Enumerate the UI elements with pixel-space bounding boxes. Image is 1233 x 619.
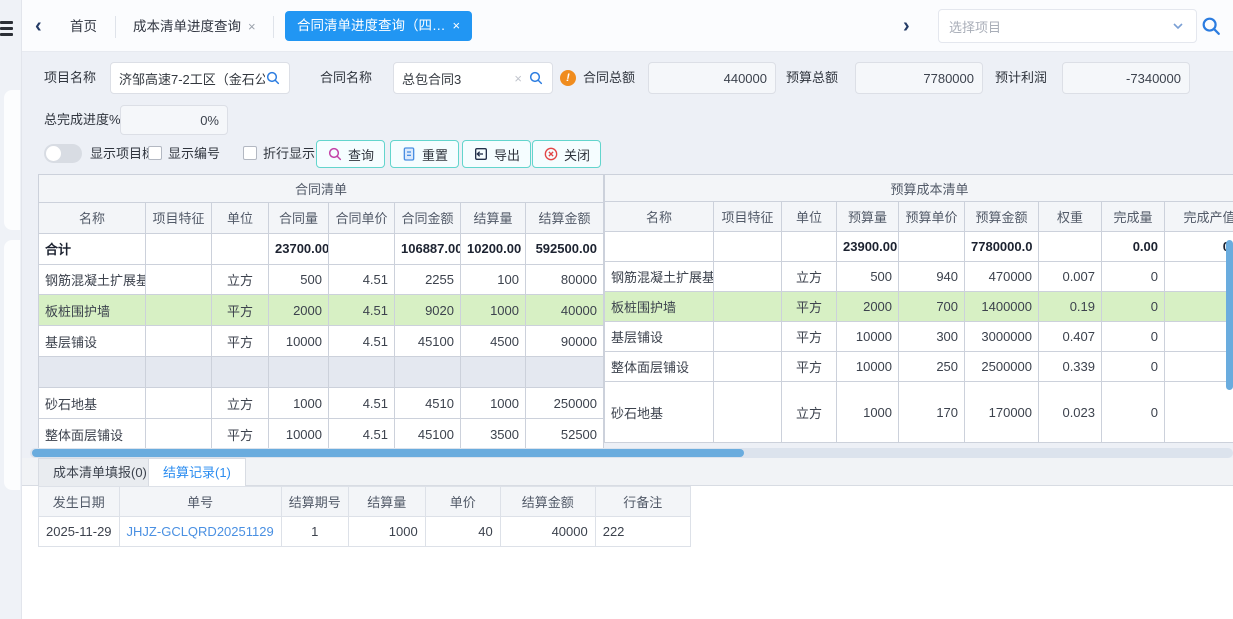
- table-row-total[interactable]: 合计23700.00106887.0010200.00592500.00: [39, 233, 604, 264]
- warning-icon: !: [560, 70, 576, 86]
- budget-total-value: 7780000: [855, 62, 983, 94]
- contract-total-value: 440000: [648, 62, 776, 94]
- show-number-checkbox[interactable]: [148, 146, 162, 160]
- tab-separator: [273, 16, 274, 38]
- sidebar-card: [4, 240, 20, 490]
- table-row-selected[interactable]: 板桩围护墙平方20004.519020100040000: [39, 295, 604, 326]
- column-header-row: 名称项目特征单位合同量合同单价合同金额结算量结算金额: [39, 202, 604, 233]
- total-progress-label: 总完成进度%: [44, 104, 121, 136]
- query-search-icon: [327, 146, 343, 162]
- search-icon[interactable]: [528, 70, 544, 86]
- table-row-empty: [39, 357, 604, 388]
- table-row-selected[interactable]: 板桩围护墙平方200070014000000.1900: [605, 292, 1233, 322]
- vertical-scrollbar-thumb[interactable]: [1226, 240, 1233, 390]
- table-row-total[interactable]: 23900.007780000.00.000.00: [605, 232, 1233, 262]
- tab-cost-list-fill[interactable]: 成本清单填报(0): [38, 458, 162, 486]
- tab-home[interactable]: 首页: [70, 14, 97, 40]
- table-row[interactable]: 2025-11-29 JHJZ-GCLQRD20251129 1 1000 40…: [39, 517, 691, 547]
- nav-back-icon[interactable]: ‹: [35, 14, 42, 38]
- occur-date: 2025-11-29: [39, 517, 120, 547]
- profit-value: -7340000: [1062, 62, 1190, 94]
- tab-cost-list-progress[interactable]: 成本清单进度查询×: [133, 14, 256, 40]
- settle-qty: 1000: [348, 517, 425, 547]
- table-row[interactable]: 基层铺设平方1000030030000000.40700: [605, 322, 1233, 352]
- contract-name-label: 合同名称: [320, 62, 372, 94]
- profit-label: 预计利润: [995, 62, 1047, 94]
- table-row[interactable]: 砂石地基立方10001701700000.02300: [605, 382, 1233, 443]
- global-search-icon[interactable]: [1200, 15, 1222, 37]
- table-row[interactable]: 钢筋混凝土扩展基立方5004.51225510080000: [39, 264, 604, 295]
- project-tree-toggle-label: 显示项目树: [90, 140, 155, 168]
- project-name-label: 项目名称: [44, 62, 96, 94]
- wrap-lines-checkbox[interactable]: [243, 146, 257, 160]
- settle-amount: 40000: [500, 517, 595, 547]
- clear-icon[interactable]: ×: [514, 71, 522, 86]
- project-name-input[interactable]: 济邹高速7-2工区（金石公: [110, 62, 290, 94]
- column-header-row: 名称项目特征单位预算量预算单价预算金额权重完成量完成产值: [605, 202, 1233, 232]
- search-icon[interactable]: [265, 70, 281, 86]
- table-row[interactable]: 砂石地基立方10004.5145101000250000: [39, 388, 604, 419]
- contract-list-table: 合同清单 名称项目特征单位合同量合同单价合同金额结算量结算金额 合计23700.…: [38, 174, 604, 450]
- close-button[interactable]: 关闭: [532, 140, 601, 168]
- nav-forward-icon[interactable]: ›: [903, 14, 910, 38]
- settle-period: 1: [281, 517, 348, 547]
- budget-cost-table: 预算成本清单 名称项目特征单位预算量预算单价预算金额权重完成量完成产值 2390…: [604, 174, 1233, 443]
- contract-total-label: 合同总额: [583, 62, 635, 94]
- contract-budget-table: 合同清单 名称项目特征单位合同量合同单价合同金额结算量结算金额 合计23700.…: [38, 174, 1233, 450]
- chevron-down-icon: [1170, 18, 1186, 34]
- budget-table-clip: 预算成本清单 名称项目特征单位预算量预算单价预算金额权重完成量完成产值 2390…: [604, 174, 1233, 450]
- column-header-row: 发生日期单号结算期号结算量单价结算金额行备注: [39, 487, 691, 517]
- tab-close-icon[interactable]: ×: [248, 19, 256, 34]
- reset-document-icon: [401, 146, 417, 162]
- project-select[interactable]: 选择项目: [938, 9, 1197, 43]
- detail-panel: 成本清单填报(0) 结算记录(1) 发生日期单号结算期号结算量单价结算金额行备注…: [22, 458, 1233, 619]
- unit-price: 40: [425, 517, 500, 547]
- query-button[interactable]: 查询: [316, 140, 385, 168]
- tab-settlement-records[interactable]: 结算记录(1): [148, 458, 246, 487]
- collapsed-sidebar: [0, 0, 22, 619]
- settlement-records-table: 发生日期单号结算期号结算量单价结算金额行备注 2025-11-29 JHJZ-G…: [38, 486, 691, 547]
- export-icon: [473, 146, 489, 162]
- total-progress-value: 0%: [120, 105, 228, 135]
- tab-close-icon[interactable]: ×: [453, 18, 461, 33]
- row-remark: 222: [595, 517, 690, 547]
- project-tree-toggle[interactable]: [44, 144, 82, 163]
- contract-name-input[interactable]: 总包合同3 ×: [393, 62, 553, 94]
- tab-separator: [115, 16, 116, 38]
- query-panel: 项目名称 济邹高速7-2工区（金石公 合同名称 总包合同3 × ! 合同总额 4…: [22, 52, 1233, 458]
- table-row[interactable]: 整体面层铺设平方1000025025000000.33900: [605, 352, 1233, 382]
- sidebar-card: [4, 90, 20, 230]
- show-number-label: 显示编号: [168, 140, 220, 168]
- tab-contract-list-progress[interactable]: 合同清单进度查询（四…×: [285, 11, 472, 41]
- wrap-lines-label: 折行显示: [263, 140, 315, 168]
- budget-total-label: 预算总额: [786, 62, 838, 94]
- export-button[interactable]: 导出: [462, 140, 531, 168]
- table-row[interactable]: 钢筋混凝土扩展基立方5009404700000.00700: [605, 262, 1233, 292]
- close-circle-icon: [543, 146, 559, 162]
- table-row[interactable]: 整体面层铺设平方100004.5145100350052500: [39, 419, 604, 450]
- group-header-row: 预算成本清单: [605, 175, 1233, 202]
- project-select-placeholder: 选择项目: [949, 17, 1170, 36]
- reset-button[interactable]: 重置: [390, 140, 459, 168]
- document-number-link[interactable]: JHJZ-GCLQRD20251129: [127, 524, 274, 539]
- group-header-row: 合同清单: [39, 175, 604, 203]
- horizontal-scrollbar-thumb[interactable]: [32, 449, 744, 457]
- table-row[interactable]: 基层铺设平方100004.5145100450090000: [39, 326, 604, 357]
- top-tab-bar: ‹ 首页 成本清单进度查询× 合同清单进度查询（四…× › 选择项目: [22, 0, 1233, 52]
- horizontal-scrollbar[interactable]: [30, 448, 1233, 458]
